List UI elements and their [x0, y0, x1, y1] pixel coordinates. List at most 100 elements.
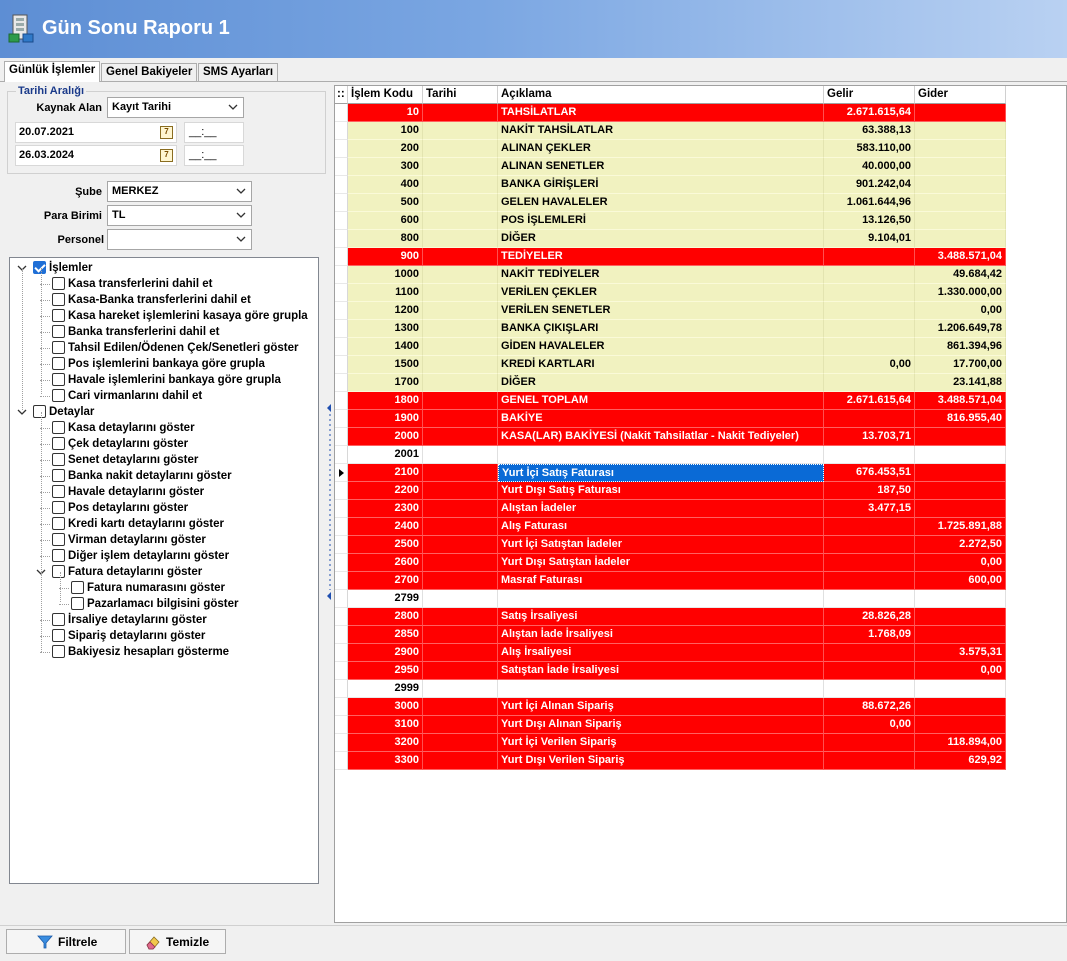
cell-aciklama[interactable]: KASA(LAR) BAKİYESİ (Nakit Tahsilatlar - … [498, 428, 824, 446]
cell-aciklama[interactable]: Yurt Dışı Satıştan İadeler [498, 554, 824, 572]
cell-gider[interactable]: 49.684,42 [915, 266, 1006, 284]
cell-kod[interactable]: 1400 [348, 338, 423, 356]
table-row[interactable]: 3000 Yurt İçi Alınan Sipariş 88.672,26 [335, 698, 1006, 716]
end-time-input[interactable]: __:__ [184, 145, 244, 166]
cell-gider[interactable] [915, 464, 1006, 482]
cell-gider[interactable] [915, 158, 1006, 176]
cell-gelir[interactable] [824, 644, 915, 662]
cell-gider[interactable]: 0,00 [915, 302, 1006, 320]
cell-aciklama[interactable] [498, 446, 824, 464]
cell-kod[interactable]: 1100 [348, 284, 423, 302]
cell-tarih[interactable] [423, 536, 498, 554]
tree-checkbox[interactable] [52, 293, 65, 306]
splitter[interactable] [327, 404, 332, 600]
cell-gider[interactable] [915, 698, 1006, 716]
row-indicator[interactable] [335, 320, 348, 338]
cell-gider[interactable]: 0,00 [915, 554, 1006, 572]
table-row[interactable]: 2850 Alıştan İade İrsaliyesi 1.768,09 [335, 626, 1006, 644]
cell-tarih[interactable] [423, 230, 498, 248]
row-indicator[interactable] [335, 302, 348, 320]
cell-tarih[interactable] [423, 590, 498, 608]
cell-tarih[interactable] [423, 392, 498, 410]
row-indicator[interactable] [335, 356, 348, 374]
table-row[interactable]: 2800 Satış İrsaliyesi 28.826,28 [335, 608, 1006, 626]
table-row[interactable]: 3300 Yurt Dışı Verilen Sipariş 629,92 [335, 752, 1006, 770]
cell-gelir[interactable] [824, 752, 915, 770]
cell-kod[interactable]: 900 [348, 248, 423, 266]
cell-tarih[interactable] [423, 284, 498, 302]
table-row[interactable]: 1900 BAKİYE 816.955,40 [335, 410, 1006, 428]
tab-gunluk-islemler[interactable]: Günlük İşlemler [4, 61, 101, 82]
column-header[interactable]: Tarihi [423, 86, 498, 104]
temizle-button[interactable]: Temizle [129, 929, 226, 954]
cell-aciklama[interactable]: VERİLEN ÇEKLER [498, 284, 824, 302]
cell-aciklama[interactable]: Masraf Faturası [498, 572, 824, 590]
cell-gider[interactable]: 3.488.571,04 [915, 248, 1006, 266]
cell-gider[interactable]: 1.330.000,00 [915, 284, 1006, 302]
table-row[interactable]: 100 NAKİT TAHSİLATLAR 63.388,13 [335, 122, 1006, 140]
cell-aciklama[interactable]: VERİLEN SENETLER [498, 302, 824, 320]
cell-gelir[interactable]: 2.671.615,64 [824, 392, 915, 410]
cell-tarih[interactable] [423, 752, 498, 770]
cell-kod[interactable]: 2200 [348, 482, 423, 500]
table-row[interactable]: 2700 Masraf Faturası 600,00 [335, 572, 1006, 590]
cell-gelir[interactable] [824, 320, 915, 338]
cell-gelir[interactable]: 40.000,00 [824, 158, 915, 176]
cell-gider[interactable] [915, 482, 1006, 500]
cell-kod[interactable]: 2800 [348, 608, 423, 626]
tab-sms-ayarlari[interactable]: SMS Ayarları [198, 63, 279, 81]
cell-gelir[interactable] [824, 518, 915, 536]
row-indicator[interactable] [335, 374, 348, 392]
cell-gider[interactable]: 3.488.571,04 [915, 392, 1006, 410]
calendar-icon[interactable]: 7 [160, 149, 173, 162]
cell-tarih[interactable] [423, 176, 498, 194]
cell-tarih[interactable] [423, 716, 498, 734]
tree-checkbox[interactable] [33, 261, 46, 274]
cell-aciklama[interactable]: Alış Faturası [498, 518, 824, 536]
cell-kod[interactable]: 100 [348, 122, 423, 140]
cell-gelir[interactable] [824, 302, 915, 320]
cell-aciklama[interactable] [498, 680, 824, 698]
cell-kod[interactable]: 1900 [348, 410, 423, 428]
row-indicator[interactable] [335, 212, 348, 230]
cell-kod[interactable]: 10 [348, 104, 423, 122]
cell-tarih[interactable] [423, 698, 498, 716]
cell-gelir[interactable]: 88.672,26 [824, 698, 915, 716]
table-row[interactable]: 2001 [335, 446, 1006, 464]
row-indicator[interactable] [335, 122, 348, 140]
cell-kod[interactable]: 2700 [348, 572, 423, 590]
cell-gelir[interactable]: 0,00 [824, 716, 915, 734]
cell-gider[interactable] [915, 626, 1006, 644]
cell-tarih[interactable] [423, 500, 498, 518]
column-header[interactable]: İşlem Kodu [348, 86, 423, 104]
row-indicator[interactable] [335, 482, 348, 500]
tree-checkbox[interactable] [52, 517, 65, 530]
cell-aciklama[interactable]: ALINAN ÇEKLER [498, 140, 824, 158]
table-row[interactable]: 2799 [335, 590, 1006, 608]
cell-gider[interactable]: 600,00 [915, 572, 1006, 590]
cell-aciklama[interactable]: Yurt İçi Verilen Sipariş [498, 734, 824, 752]
cell-gider[interactable]: 1.206.649,78 [915, 320, 1006, 338]
cell-gelir[interactable]: 0,00 [824, 356, 915, 374]
tree-checkbox[interactable] [52, 453, 65, 466]
tree-checkbox[interactable] [52, 469, 65, 482]
calendar-icon[interactable]: 7 [160, 126, 173, 139]
cell-gider[interactable] [915, 500, 1006, 518]
cell-aciklama[interactable]: GİDEN HAVALELER [498, 338, 824, 356]
cell-gider[interactable] [915, 104, 1006, 122]
cell-gelir[interactable] [824, 374, 915, 392]
tree-checkbox[interactable] [52, 485, 65, 498]
cell-kod[interactable]: 1700 [348, 374, 423, 392]
column-header[interactable]: Gelir [824, 86, 915, 104]
cell-kod[interactable]: 1200 [348, 302, 423, 320]
cell-kod[interactable]: 1800 [348, 392, 423, 410]
cell-gelir[interactable]: 901.242,04 [824, 176, 915, 194]
cell-aciklama[interactable]: KREDİ KARTLARI [498, 356, 824, 374]
cell-kod[interactable]: 300 [348, 158, 423, 176]
cell-tarih[interactable] [423, 518, 498, 536]
cell-tarih[interactable] [423, 572, 498, 590]
table-row[interactable]: 1300 BANKA ÇIKIŞLARI 1.206.649,78 [335, 320, 1006, 338]
cell-kod[interactable]: 2600 [348, 554, 423, 572]
table-row[interactable]: 2100 Yurt İçi Satış Faturası 676.453,51 [335, 464, 1006, 482]
tree-checkbox[interactable] [52, 613, 65, 626]
